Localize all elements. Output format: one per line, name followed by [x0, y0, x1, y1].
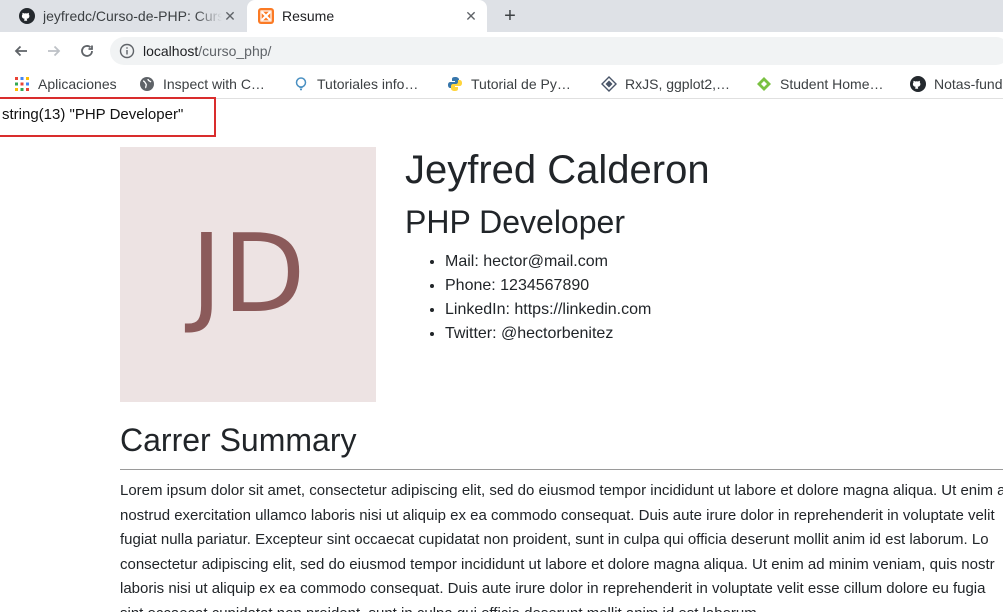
tab-github-repo[interactable]: jeyfredc/Curso-de-PHP: Curso de PHP ✕	[0, 0, 246, 32]
apps-grid-icon	[14, 76, 30, 92]
bookmark-rxjs[interactable]: RxJS, ggplot2,…	[601, 74, 730, 94]
github-icon	[19, 8, 35, 24]
browser-toolbar: localhost/curso_php/	[0, 32, 1003, 70]
avatar-initials: JD	[190, 212, 306, 337]
reload-icon	[81, 45, 93, 57]
bookmark-label: RxJS, ggplot2,…	[625, 76, 731, 92]
python-icon	[447, 76, 463, 92]
tab-title: jeyfredc/Curso-de-PHP: Curso de PHP	[43, 8, 222, 24]
xampp-icon	[258, 8, 274, 24]
close-tab-icon[interactable]: ✕	[222, 8, 238, 24]
bookmark-label: Tutorial de Py…	[471, 76, 571, 92]
forward-arrow-icon	[48, 45, 61, 57]
back-arrow-icon	[14, 45, 27, 57]
bookmark-label: Aplicaciones	[38, 76, 117, 92]
contact-mail: Mail: hector@mail.com	[445, 250, 651, 274]
bookmark-tutorial-python[interactable]: Tutorial de Py…	[447, 74, 571, 94]
bookmark-label: Inspect with C…	[163, 76, 265, 92]
github-icon	[910, 76, 926, 92]
resume-role: PHP Developer	[405, 204, 625, 240]
contact-list: Mail: hector@mail.com Phone: 1234567890 …	[405, 250, 651, 346]
avatar: JD	[120, 147, 376, 402]
resume-name: Jeyfred Calderon	[405, 148, 710, 192]
diamond-icon	[601, 76, 617, 92]
bulb-icon	[293, 76, 309, 92]
close-tab-icon[interactable]: ✕	[463, 8, 479, 24]
summary-line: laboris nisi ut aliquip ex ea commodo co…	[120, 580, 986, 597]
var-dump-output: string(13) "PHP Developer"	[0, 97, 216, 137]
summary-paragraph: Lorem ipsum dolor sit amet, consectetur …	[120, 479, 1003, 612]
bookmarks-bar: Aplicaciones Inspect with C… Tutoriales …	[0, 70, 1003, 99]
url-path: /curso_php/	[198, 43, 272, 59]
bookmark-label: Student Home…	[780, 76, 884, 92]
bookmark-inspect[interactable]: Inspect with C…	[139, 74, 265, 94]
back-button[interactable]	[10, 40, 32, 62]
tab-strip: jeyfredc/Curso-de-PHP: Curso de PHP ✕ Re…	[0, 0, 1003, 32]
bookmark-notas[interactable]: Notas-funda	[910, 74, 1003, 94]
reload-button[interactable]	[76, 40, 98, 62]
contact-linkedin: LinkedIn: https://linkedin.com	[445, 298, 651, 322]
summary-heading: Carrer Summary	[120, 422, 357, 458]
info-icon[interactable]	[119, 43, 135, 59]
forward-button[interactable]	[43, 40, 65, 62]
bookmark-tutoriales[interactable]: Tutoriales info…	[293, 74, 418, 94]
summary-line: nostrud exercitation ullamco laboris nis…	[120, 506, 995, 524]
green-diamond-icon	[756, 76, 772, 92]
contact-phone: Phone: 1234567890	[445, 274, 651, 298]
new-tab-button[interactable]: +	[499, 6, 521, 26]
bookmark-aplicaciones[interactable]: Aplicaciones	[14, 74, 117, 94]
summary-line: sint occaecat cupidatat non proident, su…	[120, 602, 1003, 612]
bookmark-student-home[interactable]: Student Home…	[756, 74, 884, 94]
tab-resume[interactable]: Resume ✕	[247, 0, 487, 32]
bookmark-label: Tutoriales info…	[317, 76, 419, 92]
bookmark-label: Notas-funda	[934, 76, 1003, 92]
summary-line: Lorem ipsum dolor sit amet, consectetur …	[120, 482, 1003, 499]
section-divider	[120, 469, 1003, 470]
url-host: localhost	[143, 43, 199, 59]
summary-line: consectetur adipiscing elit, sed do eius…	[120, 555, 995, 573]
address-bar[interactable]: localhost/curso_php/	[110, 37, 1003, 65]
globe-icon	[139, 76, 155, 92]
summary-line: fugiat nulla pariatur. Excepteur sint oc…	[120, 531, 989, 548]
contact-twitter: Twitter: @hectorbenitez	[445, 322, 651, 346]
tab-title: Resume	[282, 8, 335, 24]
